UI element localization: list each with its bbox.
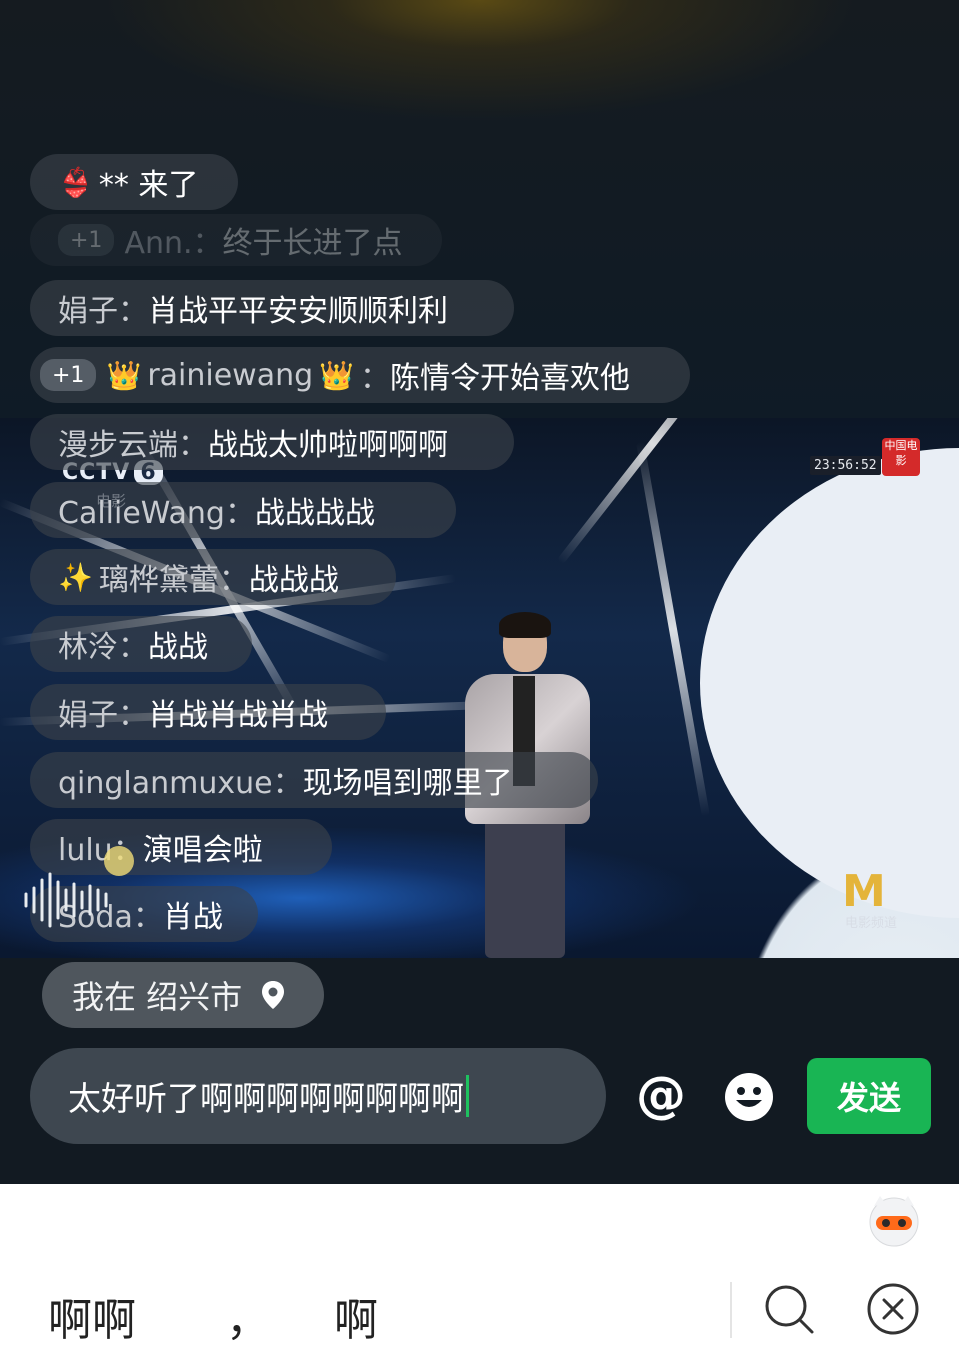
close-icon[interactable] bbox=[866, 1282, 920, 1336]
candidate-word[interactable]: 啊 bbox=[334, 1284, 378, 1348]
like-badge: +1 bbox=[58, 224, 115, 256]
broadcast-clock: 23:56:52 bbox=[810, 456, 881, 475]
bikini-icon: 👙 bbox=[58, 165, 93, 199]
chat-message: lulu： 演唱会啦 bbox=[30, 819, 332, 875]
location-chip[interactable]: 我在 绍兴市 bbox=[42, 962, 324, 1028]
location-label: 我在 绍兴市 bbox=[72, 978, 243, 1016]
chat-message: 林泠： 战战 bbox=[30, 616, 252, 672]
chat-message: 娟子： 肖战肖战肖战 bbox=[30, 684, 386, 740]
movie-channel-label: 电影频道 bbox=[845, 916, 898, 931]
comment-input-text: 太好听了啊啊啊啊啊啊啊啊 bbox=[68, 1079, 464, 1118]
candidate-divider bbox=[730, 1282, 732, 1338]
emoji-button[interactable] bbox=[724, 1072, 774, 1122]
voice-wave-icon[interactable] bbox=[22, 870, 152, 930]
send-button[interactable]: 发送 bbox=[807, 1058, 931, 1134]
movie-channel-logo: M bbox=[842, 866, 886, 917]
chat-message: 漫步云端： 战战太帅啦啊啊啊 bbox=[30, 414, 514, 470]
comment-input[interactable]: 太好听了啊啊啊啊啊啊啊啊 bbox=[30, 1048, 606, 1144]
chat-message: ✨ 璃桦黛蕾： 战战战 bbox=[30, 549, 396, 605]
chat-message: qinglanmuxue： 现场唱到哪里了 bbox=[30, 752, 598, 808]
location-pin-icon bbox=[262, 981, 285, 1009]
chat-message: CallieWang： 战战战战 bbox=[30, 482, 456, 538]
chat-message: +1 Ann.： 终于长进了点 bbox=[30, 214, 442, 266]
candidate-word[interactable]: 啊啊 bbox=[48, 1284, 136, 1348]
stamp-logo: 中国电影 bbox=[882, 438, 920, 476]
mention-button[interactable]: @ bbox=[636, 1066, 686, 1124]
sparkle-icon: ✨ bbox=[58, 560, 93, 594]
crown-icon: 👑 bbox=[319, 358, 355, 392]
entry-notice: 👙 ** 来了 bbox=[30, 154, 238, 210]
chat-message: +1 👑 rainiewang 👑 ： 陈情令开始喜欢他 bbox=[30, 347, 690, 403]
sparkle-dot bbox=[104, 846, 134, 876]
crown-icon: 👑 bbox=[106, 358, 142, 392]
search-icon[interactable] bbox=[762, 1282, 816, 1336]
light-beam bbox=[636, 441, 710, 817]
keyboard-mascot-icon[interactable] bbox=[866, 1192, 922, 1248]
candidate-word[interactable]: ， bbox=[226, 1284, 270, 1348]
chat-message: 娟子： 肖战平平安安顺顺利利 bbox=[30, 280, 514, 336]
like-badge: +1 bbox=[40, 359, 97, 391]
text-cursor bbox=[466, 1075, 469, 1117]
